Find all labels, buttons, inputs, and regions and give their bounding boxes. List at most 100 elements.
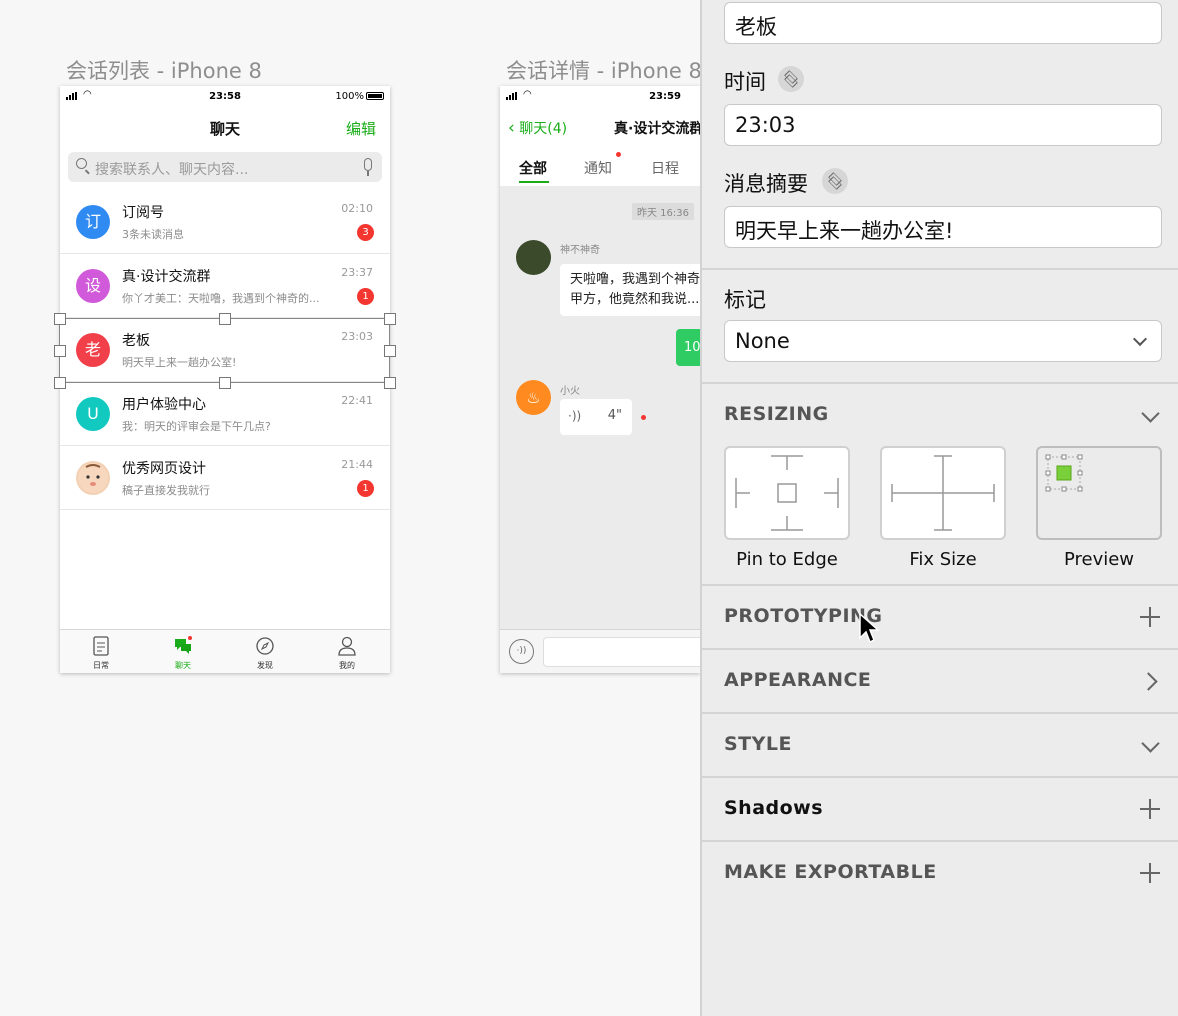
list-item[interactable]: 设 真·设计交流群 你丫才美工：天啦噜，我遇到个神奇的... 23:37 1 xyxy=(60,254,390,318)
chevron-down-icon[interactable] xyxy=(1140,405,1160,425)
resize-handle[interactable] xyxy=(219,313,231,325)
segment-tabs: 全部 通知 日程 xyxy=(500,148,700,186)
add-icon[interactable] xyxy=(1140,799,1160,819)
back-button[interactable]: ‹ 聊天(4) xyxy=(508,118,567,138)
mark-select-value: None xyxy=(735,329,790,353)
resize-handle[interactable] xyxy=(219,377,231,389)
style-section-title[interactable]: STYLE xyxy=(724,733,792,755)
microphone-icon[interactable] xyxy=(364,158,372,176)
battery-icon xyxy=(366,92,384,100)
add-icon[interactable] xyxy=(1140,607,1160,627)
edit-button[interactable]: 编辑 xyxy=(346,118,376,139)
tab-label: 我的 xyxy=(339,661,355,670)
segment-all[interactable]: 全部 xyxy=(519,158,547,178)
add-icon[interactable] xyxy=(1140,863,1160,883)
time-label: 时间 xyxy=(724,70,766,94)
unread-badge: 1 xyxy=(357,288,374,305)
tab-chat[interactable]: 聊天 xyxy=(142,630,224,673)
resizing-section-title[interactable]: RESIZING xyxy=(724,403,829,425)
resize-handle[interactable] xyxy=(54,345,66,357)
active-segment-indicator xyxy=(519,181,549,183)
divider xyxy=(702,382,1178,384)
layers-icon[interactable] xyxy=(778,66,804,92)
tab-bar: 日常 聊天 发现 我的 xyxy=(60,629,390,673)
preview-box xyxy=(1036,446,1162,540)
fix-size-icon xyxy=(891,455,995,531)
fire-avatar-icon: ♨ xyxy=(516,380,551,415)
appearance-section-title[interactable]: APPEARANCE xyxy=(724,669,871,691)
time-chip: 昨天 16:36 xyxy=(632,203,694,220)
status-bar: ◠ 23:59 xyxy=(500,86,700,106)
person-icon xyxy=(338,636,356,656)
export-section-title[interactable]: MAKE EXPORTABLE xyxy=(724,861,937,883)
avatar: 设 xyxy=(76,269,110,303)
phone-chat-detail: ◠ 23:59 ‹ 聊天(4) 真·设计交流群 全部 通知 日程 昨天 16:3… xyxy=(500,86,700,673)
tab-daily[interactable]: 日常 xyxy=(60,630,142,673)
time-field[interactable]: 23:03 xyxy=(724,104,1162,146)
tab-label: 日常 xyxy=(93,661,109,670)
sender-name: 小火 xyxy=(560,386,580,397)
tab-discover[interactable]: 发现 xyxy=(224,630,306,673)
selection-box[interactable] xyxy=(59,318,390,383)
battery-percent: 100% xyxy=(335,91,364,102)
shadows-section-title[interactable]: Shadows xyxy=(724,797,823,819)
nav-bar: ‹ 聊天(4) 真·设计交流群 xyxy=(500,106,700,150)
tab-me[interactable]: 我的 xyxy=(306,630,388,673)
voice-icon: ·)) xyxy=(568,409,582,423)
message-input[interactable] xyxy=(543,637,700,667)
search-bar[interactable]: 搜索联系人、聊天内容... xyxy=(68,152,382,182)
segment-schedule[interactable]: 日程 xyxy=(651,158,679,178)
signal-icon xyxy=(506,92,520,100)
divider xyxy=(702,584,1178,586)
fix-size-label: Fix Size xyxy=(909,549,977,570)
preview-icon xyxy=(1045,454,1083,492)
chat-name: 用户体验中心 xyxy=(122,397,206,413)
fix-size-button[interactable] xyxy=(880,446,1006,540)
unread-dot xyxy=(641,415,646,420)
artboard-title-list[interactable]: 会话列表 - iPhone 8 xyxy=(66,55,262,85)
layers-icon[interactable] xyxy=(822,168,848,194)
divider xyxy=(702,840,1178,842)
resize-handle[interactable] xyxy=(384,345,396,357)
nav-title: 聊天 xyxy=(209,120,240,138)
avatar: 订 xyxy=(76,205,110,239)
summary-field[interactable]: 明天早上来一趟办公室! xyxy=(724,206,1162,248)
pin-to-edge-button[interactable] xyxy=(724,446,850,540)
chat-time: 23:37 xyxy=(341,266,373,279)
status-bar: ◠ 23:58 100% xyxy=(60,86,390,106)
resize-handle[interactable] xyxy=(54,313,66,325)
list-item[interactable]: 订 订阅号 3条未读消息 02:10 3 xyxy=(60,190,390,254)
message-line: 甲方，他竟然和我说... xyxy=(570,292,700,307)
mark-select[interactable]: None xyxy=(724,320,1162,362)
chat-bubbles-icon xyxy=(175,636,192,654)
chevron-right-icon[interactable] xyxy=(1140,671,1160,691)
list-item[interactable]: U 用户体验中心 我：明天的评审会是下午几点? 22:41 xyxy=(60,382,390,446)
search-icon xyxy=(76,158,87,169)
chevron-down-icon[interactable] xyxy=(1140,735,1160,755)
input-bar: ·)) xyxy=(500,629,700,673)
chat-name: 真·设计交流群 xyxy=(122,269,211,285)
chevron-down-icon xyxy=(1132,331,1148,347)
list-item[interactable]: 优秀网页设计 稿子直接发我就行 21:44 1 xyxy=(60,446,390,510)
chat-preview: 3条未读消息 xyxy=(122,228,184,241)
artboard-title-detail[interactable]: 会话详情 - iPhone 8 xyxy=(506,55,700,85)
preview-label: Preview xyxy=(1063,549,1135,570)
segment-notice[interactable]: 通知 xyxy=(584,158,612,178)
resize-handle[interactable] xyxy=(384,313,396,325)
notice-dot xyxy=(616,152,621,157)
wifi-icon: ◠ xyxy=(523,89,532,100)
resize-handle[interactable] xyxy=(384,377,396,389)
voice-message[interactable]: ·)) 4" xyxy=(560,399,632,435)
baby-avatar-icon xyxy=(76,461,110,495)
mark-label: 标记 xyxy=(724,288,766,312)
voice-input-icon[interactable]: ·)) xyxy=(509,639,534,664)
sender-name: 神不神奇 xyxy=(560,245,600,256)
pin-to-edge-icon xyxy=(735,455,839,531)
name-field[interactable]: 老板 xyxy=(724,2,1162,44)
chat-name: 优秀网页设计 xyxy=(122,461,206,477)
pin-to-edge-label: Pin to Edge xyxy=(736,549,838,570)
tab-label: 发现 xyxy=(257,661,273,670)
my-message-bubble: 10 xyxy=(676,329,700,366)
resize-handle[interactable] xyxy=(54,377,66,389)
avatar: U xyxy=(76,397,110,431)
